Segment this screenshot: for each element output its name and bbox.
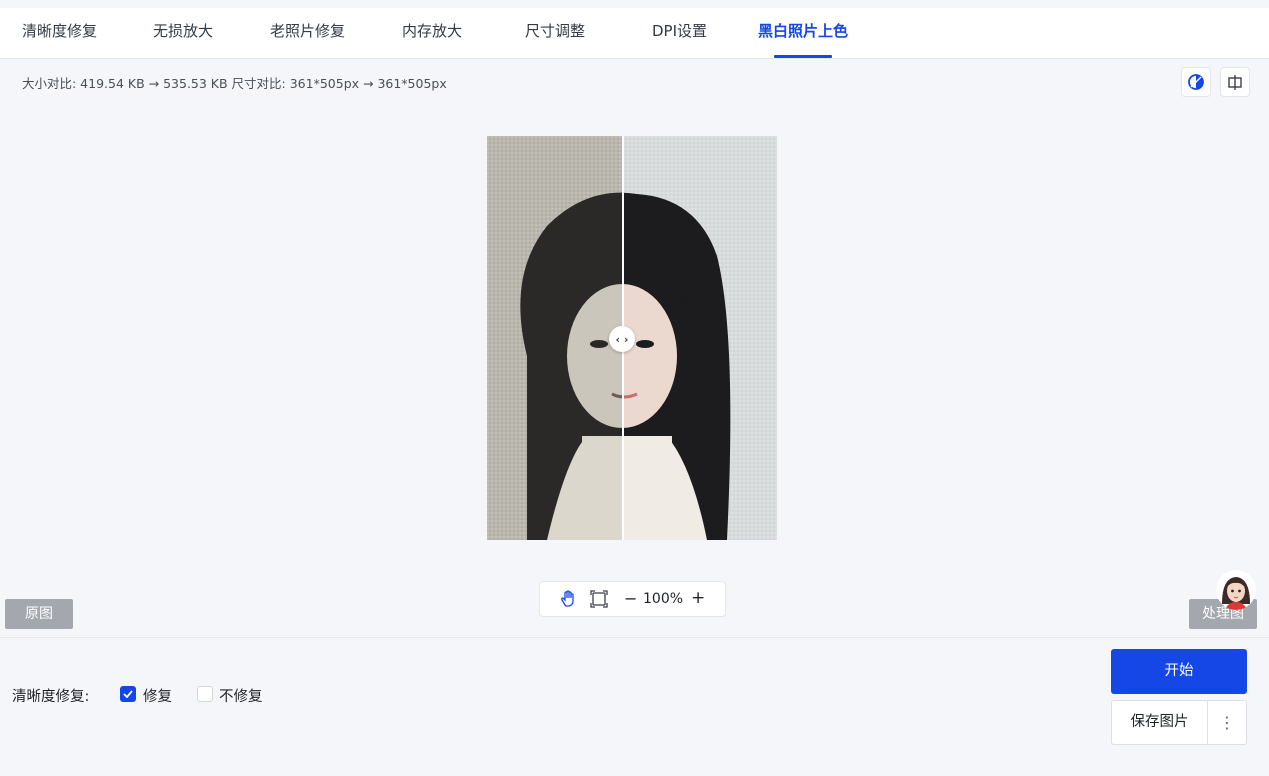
zoom-level: 100% [643, 591, 684, 607]
active-tab-indicator [774, 55, 832, 58]
tab-sharpness-repair[interactable]: 清晰度修复 [22, 20, 97, 41]
more-options-button[interactable]: ⋮ [1208, 701, 1246, 744]
zoom-out-button[interactable]: − [624, 589, 637, 608]
compare-slider-handle[interactable]: ‹ › [609, 326, 635, 352]
tab-old-photo-repair[interactable]: 老照片修复 [270, 20, 345, 41]
color-compare-button[interactable] [1181, 67, 1211, 97]
hand-pan-icon[interactable] [559, 590, 577, 608]
repair-option-label[interactable]: 修复 [143, 685, 172, 706]
tab-lossless-upscale[interactable]: 无损放大 [153, 20, 213, 41]
tab-size-adjust[interactable]: 尺寸调整 [525, 20, 585, 41]
no-repair-option-label[interactable]: 不修复 [219, 685, 263, 706]
color-compare-icon [1188, 74, 1204, 90]
sharpness-option-label: 清晰度修复: [12, 689, 90, 705]
fit-screen-icon[interactable] [590, 590, 608, 608]
settings-panel [0, 637, 1269, 776]
processed-photo-clip [623, 136, 777, 540]
checkmark-icon [123, 690, 133, 699]
assistant-avatar[interactable] [1216, 570, 1256, 610]
zoom-toolbar: − 100% + [539, 581, 726, 617]
save-button-group: 保存图片 ⋮ [1111, 700, 1247, 745]
tab-dpi-settings[interactable]: DPI设置 [652, 20, 707, 41]
drag-arrows-icon: ‹ › [615, 332, 629, 346]
tab-bw-colorize[interactable]: 黑白照片上色 [758, 20, 848, 41]
colorized-photo [623, 136, 777, 540]
start-button[interactable]: 开始 [1111, 649, 1247, 694]
tab-memory-enlarge[interactable]: 内存放大 [402, 20, 462, 41]
original-label: 原图 [5, 599, 73, 629]
split-view-button[interactable] [1220, 67, 1250, 97]
save-image-button[interactable]: 保存图片 [1112, 701, 1207, 744]
zoom-in-button[interactable]: + [691, 588, 705, 608]
repair-checkbox[interactable] [120, 686, 136, 702]
split-view-icon [1228, 75, 1242, 90]
compare-info: 大小对比: 419.54 KB → 535.53 KB 尺寸对比: 361*50… [22, 76, 447, 91]
no-repair-checkbox[interactable] [197, 686, 213, 702]
tab-bar: 清晰度修复 无损放大 老照片修复 内存放大 尺寸调整 DPI设置 黑白照片上色 [0, 8, 1269, 59]
